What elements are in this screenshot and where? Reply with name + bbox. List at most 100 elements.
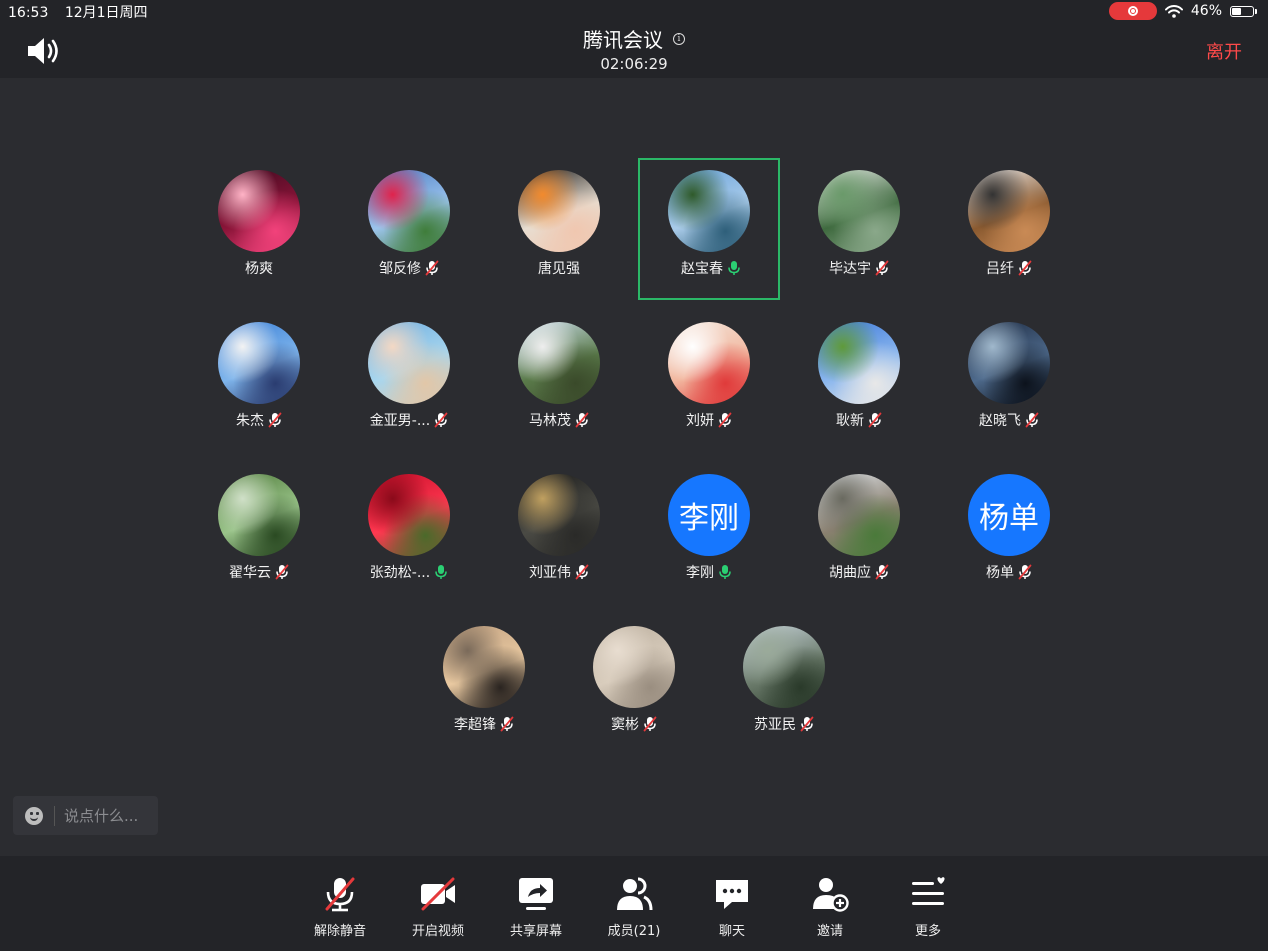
participant-tile[interactable]: 刘妍 (638, 310, 780, 452)
unmute-button[interactable]: 解除静音 (300, 874, 380, 939)
avatar (818, 170, 900, 252)
info-icon[interactable]: i (673, 32, 685, 45)
toolbar-label: 开启视频 (411, 924, 464, 939)
mic-muted-icon (575, 564, 589, 580)
avatar (368, 474, 450, 556)
divider (54, 806, 55, 826)
participant-tile[interactable]: 李超锋 (413, 614, 555, 756)
participant-name: 刘妍 (686, 413, 714, 429)
participant-tile[interactable]: 朱杰 (188, 310, 330, 452)
avatar (518, 322, 600, 404)
meeting-header: 腾讯会议 i 02:06:29 离开 (0, 22, 1268, 78)
participant-name: 耿新 (836, 413, 864, 429)
avatar (668, 170, 750, 252)
participant-tile[interactable]: 杨爽 (188, 158, 330, 300)
toolbar-label: 成员(21) (607, 924, 661, 939)
avatar (218, 474, 300, 556)
participant-name: 马林茂 (529, 413, 571, 429)
avatar (218, 170, 300, 252)
mic-muted-icon (800, 716, 814, 732)
toolbar-label: 解除静音 (313, 924, 366, 939)
invite-button[interactable]: 邀请 (790, 874, 870, 939)
participant-name: 窦彬 (611, 717, 639, 733)
share-button[interactable]: 共享屏幕 (496, 874, 576, 939)
mic-muted-icon (875, 564, 889, 580)
avatar (518, 170, 600, 252)
participant-tile[interactable]: 胡曲应 (788, 462, 930, 604)
avatar (668, 322, 750, 404)
participant-name: 李刚 (686, 565, 714, 581)
participant-tile[interactable]: 杨单 杨单 (938, 462, 1080, 604)
participant-tile[interactable]: 金亚男-... (338, 310, 480, 452)
battery-percent: 46% (1190, 3, 1222, 19)
participant-tile[interactable]: 窦彬 (563, 614, 705, 756)
participant-tile[interactable]: 刘亚伟 (488, 462, 630, 604)
participant-tile[interactable]: 毕达宇 (788, 158, 930, 300)
participant-tile[interactable]: 邹反修 (338, 158, 480, 300)
avatar (368, 322, 450, 404)
members-button[interactable]: 成员(21) (594, 874, 674, 939)
share-screen-icon (496, 874, 576, 914)
mic-muted-icon (1018, 564, 1032, 580)
participant-tile[interactable]: 李刚 李刚 (638, 462, 780, 604)
avatar (443, 626, 525, 708)
mic-muted-icon (1018, 260, 1032, 276)
more-icon (888, 874, 968, 914)
mic-muted-icon (718, 412, 732, 428)
avatar: 李刚 (668, 474, 750, 556)
mic-off-icon (300, 874, 380, 914)
status-date: 12月1日周四 (64, 5, 148, 21)
participant-tile[interactable]: 翟华云 (188, 462, 330, 604)
avatar (218, 322, 300, 404)
avatar (818, 474, 900, 556)
participant-tile[interactable]: 赵宝春 (638, 158, 780, 300)
mic-muted-icon (875, 260, 889, 276)
participant-tile[interactable]: 唐见强 (488, 158, 630, 300)
participant-name: 张劲松-... (369, 565, 431, 581)
avatar: 杨单 (968, 474, 1050, 556)
participant-tile[interactable]: 张劲松-... (338, 462, 480, 604)
screen-record-icon[interactable] (1108, 2, 1157, 20)
participant-tile[interactable]: 苏亚民 (713, 614, 855, 756)
video-button[interactable]: 开启视频 (398, 874, 478, 939)
participant-tile[interactable]: 马林茂 (488, 310, 630, 452)
participant-grid: 杨爽 邹反修 唐见强 赵宝春 毕达宇 吕纤朱杰 金亚男-... 马林茂 刘妍 耿新 赵晓飞翟华云 张劲… (0, 78, 1268, 856)
participant-name: 赵宝春 (681, 261, 723, 277)
chat-input[interactable]: 说点什么... (13, 796, 158, 835)
invite-icon (790, 874, 870, 914)
mic-muted-icon (1025, 412, 1039, 428)
participant-name: 苏亚民 (754, 717, 796, 733)
participant-tile[interactable]: 耿新 (788, 310, 930, 452)
participant-name: 翟华云 (229, 565, 271, 581)
mic-muted-icon (643, 716, 657, 732)
mic-muted-icon (868, 412, 882, 428)
participant-name: 刘亚伟 (529, 565, 571, 581)
avatar-initials: 杨单 (979, 501, 1039, 536)
chat-button[interactable]: 聊天 (692, 874, 772, 939)
battery-icon (1230, 5, 1257, 17)
status-time: 16:53 (8, 5, 49, 21)
participant-name: 唐见强 (538, 261, 580, 277)
participant-name: 杨单 (986, 565, 1014, 581)
avatar (818, 322, 900, 404)
avatar-initials: 李刚 (679, 501, 739, 536)
avatar (518, 474, 600, 556)
mic-muted-icon (425, 260, 439, 276)
participant-name: 朱杰 (236, 413, 264, 429)
chat-placeholder: 说点什么... (64, 807, 139, 825)
participant-tile[interactable]: 赵晓飞 (938, 310, 1080, 452)
leave-button[interactable]: 离开 (1206, 38, 1242, 64)
meeting-title: 腾讯会议 (583, 28, 663, 52)
meeting-toolbar: 解除静音 开启视频 共享屏幕 成员(21) 聊天 邀请 更多 (0, 856, 1268, 951)
wifi-icon (1164, 4, 1183, 18)
toolbar-label: 共享屏幕 (509, 924, 562, 939)
participant-tile[interactable]: 吕纤 (938, 158, 1080, 300)
avatar (368, 170, 450, 252)
members-icon (594, 874, 674, 914)
chat-icon (692, 874, 772, 914)
participant-name: 吕纤 (986, 261, 1014, 277)
toolbar-label: 聊天 (718, 924, 745, 939)
more-button[interactable]: 更多 (888, 874, 968, 939)
mic-muted-icon (434, 412, 448, 428)
emoji-icon[interactable] (25, 807, 43, 825)
